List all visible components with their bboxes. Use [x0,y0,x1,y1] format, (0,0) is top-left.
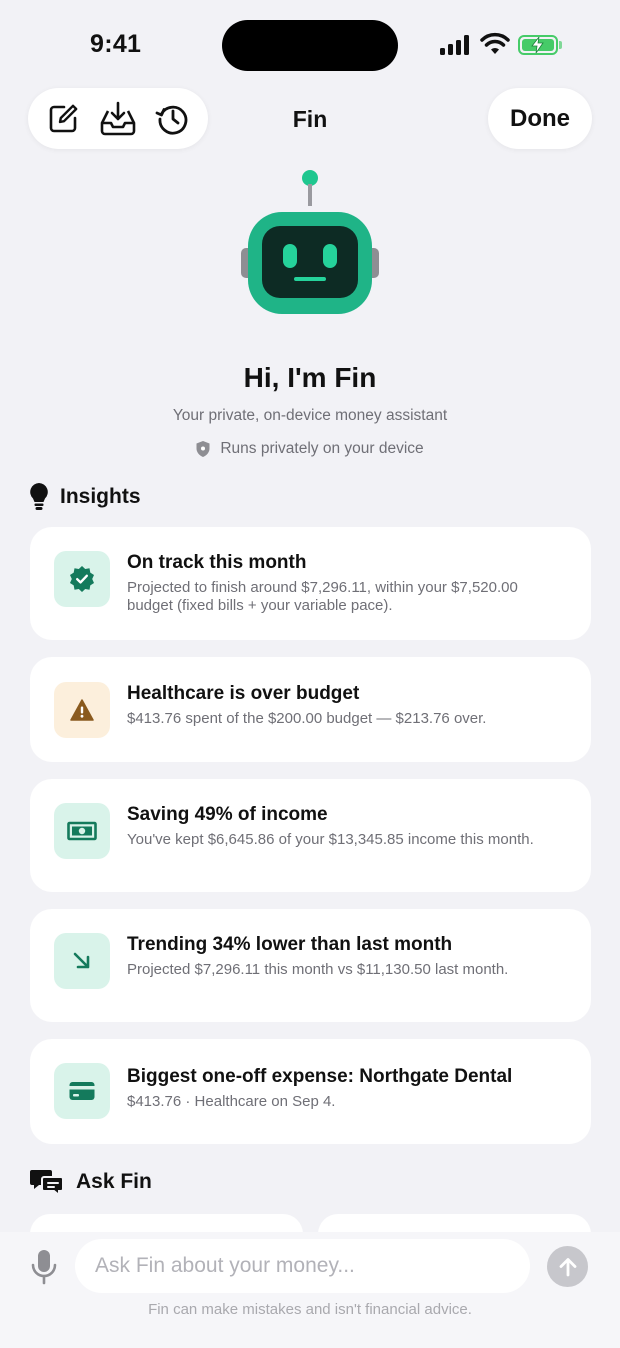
insight-card-biggest-expense[interactable]: Biggest one-off expense: Northgate Denta… [30,1039,591,1144]
verified-check-icon [70,566,94,592]
insight-card-on-track[interactable]: On track this month Projected to finish … [30,527,591,640]
money-icon [67,821,97,841]
insight-card-healthcare[interactable]: Healthcare is over budget $413.76 spent … [30,657,591,762]
send-button[interactable] [547,1246,588,1287]
fin-robot-avatar [241,170,379,314]
insights-heading: Insights [30,483,141,511]
insight-card-saving[interactable]: Saving 49% of income You've kept $6,645.… [30,779,591,892]
insight-card-trend[interactable]: Trending 34% lower than last month Proje… [30,909,591,1022]
privacy-note: Runs privately on your device [0,440,620,458]
ask-fin-heading-label: Ask Fin [76,1170,152,1193]
insight-icon-box [54,682,110,738]
insight-icon-box [54,551,110,607]
lightbulb-icon [30,483,48,510]
ask-fin-input[interactable]: Ask Fin about your money... [75,1239,530,1293]
greeting-title: Hi, I'm Fin [243,362,377,393]
status-time: 9:41 [90,30,142,58]
arrow-up-icon [559,1257,576,1276]
insight-icon-box [54,803,110,859]
wifi-icon [480,32,510,54]
insight-description: Projected to finish around $7,296.11, wi… [127,579,518,614]
microphone-icon[interactable] [28,1248,60,1286]
shield-icon [196,441,210,457]
insight-description: Projected $7,296.11 this month vs $11,13… [127,961,509,978]
insight-icon-box [54,933,110,989]
insight-title: Trending 34% lower than last month [127,934,453,955]
battery-charging-icon [518,35,562,55]
disclaimer-text: Fin can make mistakes and isn't financia… [148,1301,472,1318]
insight-description: $413.76 · Healthcare on Sep 4. [127,1093,336,1110]
insight-icon-box [54,1063,110,1119]
insight-description: $413.76 spent of the $200.00 budget — $2… [127,710,487,727]
insight-title: Biggest one-off expense: Northgate Denta… [127,1066,513,1087]
insight-description: You've kept $6,645.86 of your $13,345.85… [127,831,534,848]
assistant-subtitle: Your private, on-device money assistant [172,407,448,424]
insight-title: On track this month [127,552,307,573]
insight-title: Healthcare is over budget [127,683,360,704]
insight-title: Saving 49% of income [127,804,328,825]
chat-bubbles-icon [30,1170,64,1196]
credit-card-icon [69,1082,95,1100]
status-bar: 9:41 [0,0,620,90]
trend-down-arrow-icon [73,952,90,969]
insights-heading-label: Insights [60,485,141,508]
cellular-signal-icon [440,35,472,55]
privacy-note-label: Runs privately on your device [220,440,424,457]
dynamic-island [222,20,398,71]
warning-icon [70,699,94,721]
done-button[interactable]: Done [488,88,592,149]
ask-fin-heading: Ask Fin [30,1168,152,1196]
